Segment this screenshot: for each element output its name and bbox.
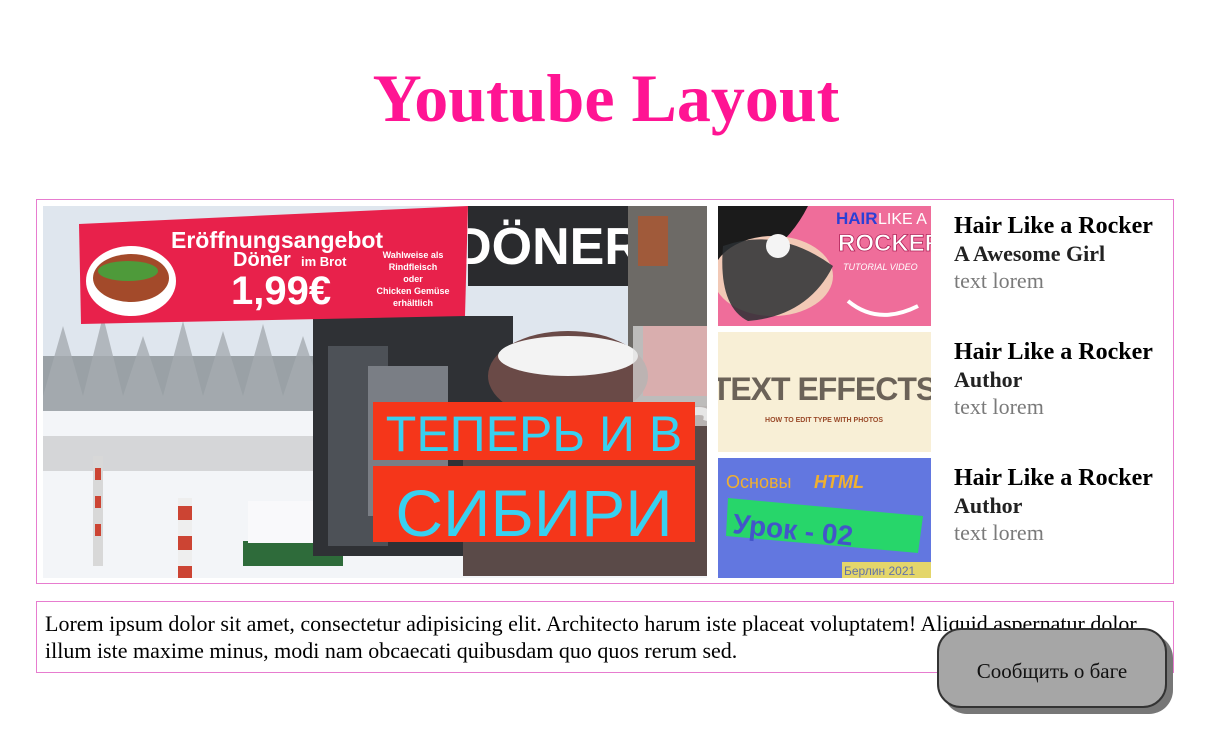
overlay-text-line-1: ТЕПЕРЬ И В <box>386 406 682 462</box>
page: Youtube Layout DÖNER Eröffnungsangebot D… <box>0 0 1207 751</box>
shop-sign-text: DÖNER <box>454 218 642 276</box>
side-video-title[interactable]: Hair Like a Rocker <box>954 212 1168 240</box>
banner-note: Wahlweise als <box>383 250 444 260</box>
side-video-author: Author <box>954 493 1023 518</box>
side-video-title[interactable]: Hair Like a Rocker <box>954 464 1168 492</box>
banner-product-suffix: im Brot <box>301 254 347 269</box>
side-video-info: Hair Like a Rocker A Awesome Girl text l… <box>954 212 1168 294</box>
side-video-item[interactable]: Основы HTML Урок - 02 Берлин 2021 Hair L… <box>718 458 1168 578</box>
side-video-item[interactable]: HAIR LIKE A ROCKER TUTORIAL VIDEO Hair L… <box>718 206 1168 326</box>
banner-product: Döner <box>233 249 291 271</box>
side-video-thumbnail[interactable]: TEXT EFFECTS HOW TO EDIT TYPE WITH PHOTO… <box>718 332 931 452</box>
report-bug-button[interactable]: Сообщить о баге <box>937 628 1167 708</box>
side-video-item[interactable]: TEXT EFFECTS HOW TO EDIT TYPE WITH PHOTO… <box>718 332 1168 452</box>
thumb-text: HAIR <box>836 209 878 228</box>
thumb-text: Основы <box>726 472 791 492</box>
main-video-thumbnail[interactable]: DÖNER Eröffnungsangebot Döner im Brot 1,… <box>43 206 707 578</box>
banner-note: Chicken Gemüse <box>376 286 449 296</box>
side-video-author: A Awesome Girl <box>954 241 1106 266</box>
side-video-title[interactable]: Hair Like a Rocker <box>954 338 1168 366</box>
side-video-desc: text lorem <box>954 394 1044 419</box>
side-video-desc: text lorem <box>954 268 1044 293</box>
overlay-text-line-2: СИБИРИ <box>395 476 672 550</box>
side-video-desc: text lorem <box>954 520 1044 545</box>
thumb-text: HOW TO EDIT TYPE WITH PHOTOS <box>765 417 883 424</box>
thumb-text: Берлин 2021 <box>844 564 916 578</box>
side-video-thumbnail[interactable]: Основы HTML Урок - 02 Берлин 2021 <box>718 458 931 578</box>
thumb-text: ROCKER <box>838 230 931 257</box>
banner-note: oder <box>403 274 423 284</box>
banner-note: Rindfleisch <box>389 262 438 272</box>
thumb-text: LIKE A <box>878 211 927 228</box>
side-video-thumbnail[interactable]: HAIR LIKE A ROCKER TUTORIAL VIDEO <box>718 206 931 326</box>
banner-note: erhältlich <box>393 298 433 308</box>
side-video-author: Author <box>954 367 1023 392</box>
thumb-text: HTML <box>814 472 864 492</box>
side-video-info: Hair Like a Rocker Author text lorem <box>954 338 1168 420</box>
side-video-info: Hair Like a Rocker Author text lorem <box>954 464 1168 546</box>
thumb-text: TUTORIAL VIDEO <box>843 262 918 272</box>
main-video[interactable]: DÖNER Eröffnungsangebot Döner im Brot 1,… <box>43 206 707 578</box>
banner-price: 1,99€ <box>231 269 331 313</box>
page-title: Youtube Layout <box>372 60 840 136</box>
thumb-text: TEXT EFFECTS <box>718 371 931 407</box>
video-layout: DÖNER Eröffnungsangebot Döner im Brot 1,… <box>36 199 1174 584</box>
